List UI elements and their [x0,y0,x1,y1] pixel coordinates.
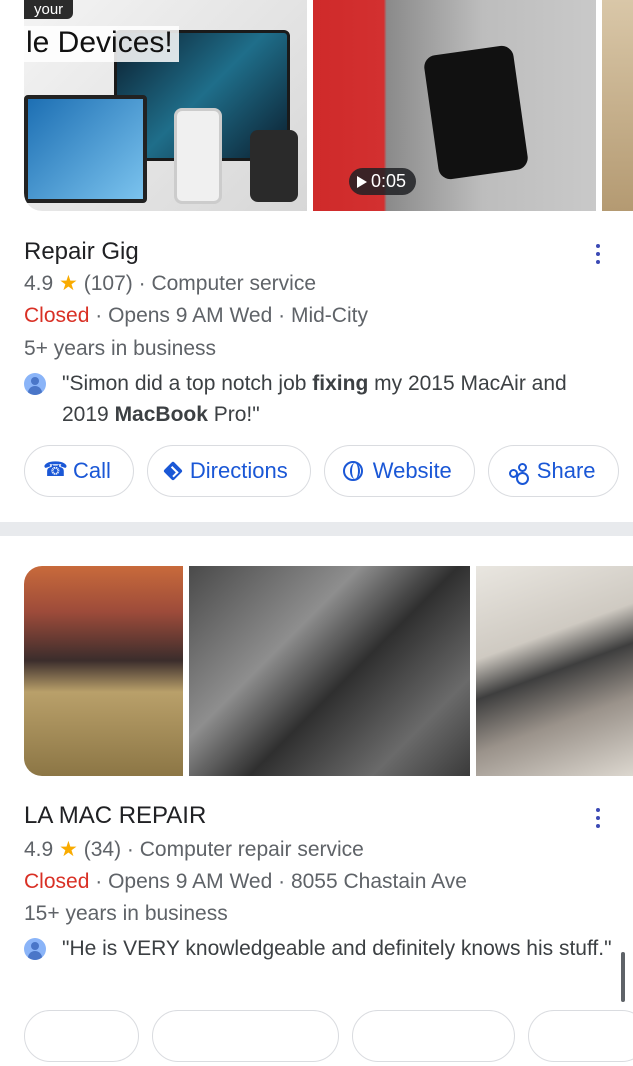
website-button[interactable] [352,1010,515,1062]
listing-repair-gig[interactable]: your le Devices! 0:05 Repair Gig 4.9 ★ (… [0,0,633,522]
status-closed: Closed [24,870,90,893]
review-count: (34) [83,838,122,861]
years-in-business: 15+ years in business [24,902,228,925]
share-icon [507,461,527,481]
separator: · [95,870,103,893]
video-duration: 0:05 [371,171,407,191]
directions-icon [163,461,183,481]
separator: · [95,304,103,327]
directions-button[interactable] [152,1010,339,1062]
more-vert-icon[interactable] [590,806,606,830]
photo-workbench[interactable] [476,566,633,776]
cracked-phone-graphic [422,44,530,181]
hours-line: Closed · Opens 9 AM Wed · Mid-City [24,304,368,328]
rating-line: 4.9 ★ (34) · Computer repair service [24,837,364,862]
location: 8055 Chastain Ave [290,870,467,893]
review-text: "He is VERY knowledgeable and definitely… [62,937,612,960]
website-icon [342,461,363,481]
separator: · [278,304,286,327]
star-icon: ★ [59,272,78,295]
separator: · [138,272,146,295]
rating-value: 4.9 [24,838,54,861]
directions-button[interactable]: Directions [146,445,311,497]
play-icon [357,175,367,188]
opening-hours: Opens 9 AM Wed [108,304,273,327]
separator: · [278,870,286,893]
photo-macbook[interactable] [24,566,183,776]
status-closed: Closed [24,304,90,327]
business-name[interactable]: LA MAC REPAIR [24,802,206,830]
share-label: Share [536,458,596,483]
call-label: Call [73,458,111,483]
scrollbar[interactable] [621,952,625,1002]
call-button[interactable] [24,1010,139,1062]
review-count: (107) [83,272,133,295]
action-chips [24,1010,633,1066]
photo-carousel[interactable] [24,566,633,776]
user-avatar-icon [24,373,46,395]
category: Computer service [151,272,316,295]
promo-pill: your [24,0,74,19]
website-button[interactable]: Website [323,445,475,497]
video-duration-badge: 0:05 [349,168,417,195]
photo-video[interactable]: 0:05 [313,0,596,211]
ipod-graphic [250,130,298,202]
rating-value: 4.9 [24,272,54,295]
share-button[interactable]: Share [487,445,619,497]
business-name[interactable]: Repair Gig [24,238,139,266]
photo-internals[interactable] [189,566,470,776]
opening-hours: Opens 9 AM Wed [108,870,273,893]
photo-devices[interactable]: your le Devices! [24,0,307,211]
directions-label: Directions [189,458,288,483]
rating-line: 4.9 ★ (107) · Computer service [24,271,316,296]
promo-text: le Devices! [24,26,179,62]
review-text: "Simon did a top notch job fixing my 201… [62,372,567,426]
call-button[interactable]: Call [24,445,134,497]
laptop-graphic [24,95,147,203]
location: Mid-City [290,304,368,327]
action-chips: Call Directions Website Share [24,445,633,501]
hours-line: Closed · Opens 9 AM Wed · 8055 Chastain … [24,870,467,894]
photo-carousel[interactable]: your le Devices! 0:05 [24,0,633,211]
review-snippet: "He is VERY knowledgeable and definitely… [24,933,619,964]
review-snippet: "Simon did a top notch job fixing my 201… [24,368,619,430]
user-avatar-icon [24,938,46,960]
section-divider [0,522,633,536]
more-vert-icon[interactable] [590,242,606,266]
call-icon [43,457,68,482]
separator: · [126,838,134,861]
photo-3[interactable] [602,0,633,211]
website-label: Website [372,458,452,483]
share-button[interactable] [528,1010,633,1062]
listing-la-mac-repair[interactable]: LA MAC REPAIR 4.9 ★ (34) · Computer repa… [0,536,633,1062]
category: Computer repair service [139,838,364,861]
star-icon: ★ [59,838,78,861]
years-in-business: 5+ years in business [24,337,217,360]
phone-graphic [174,108,222,204]
